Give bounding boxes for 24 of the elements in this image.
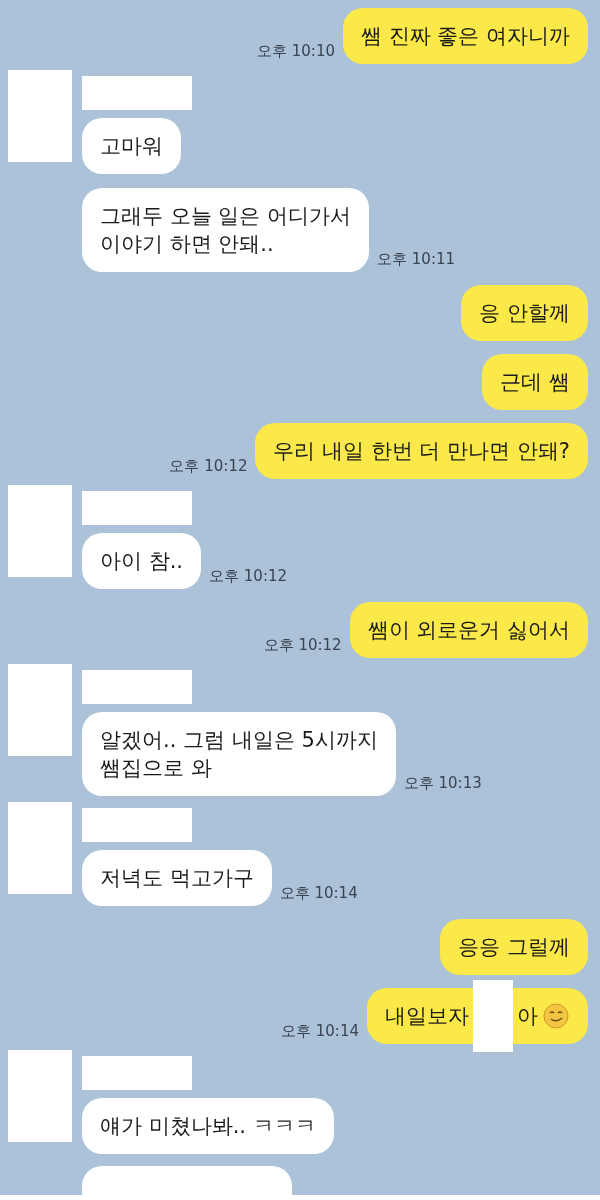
message-text: 내일보자	[385, 1003, 469, 1030]
sent-message-bubble: 응 안할께	[461, 285, 588, 341]
message-time: 오후 10:14	[279, 882, 358, 904]
message-time: 오후 10:12	[263, 634, 342, 656]
sent-message-bubble: 근데 쌤	[482, 354, 588, 410]
smiley-icon	[542, 1002, 570, 1030]
received-message-bubble: 알겠어.. 그럼 내일은 5시까지 쌤집으로 와	[82, 712, 396, 796]
message-text: 아	[517, 1003, 538, 1030]
received-message-bubble: 아이 참..	[82, 533, 202, 589]
message-time: 오후 10:14	[281, 1020, 359, 1042]
message-time: 오후 10:10	[256, 40, 335, 62]
received-message-bubble: 저녁도 먹고가구	[82, 850, 272, 906]
message-time: 오후 10:11	[377, 248, 456, 270]
sent-message-bubble: 쌤이 외로운거 싫어서	[349, 602, 588, 658]
sent-message-bubble: 응응 그럴께	[440, 919, 588, 975]
sent-message-bubble: 우리 내일 한번 더 만나면 안돼?	[255, 423, 588, 479]
received-message-bubble: 고마워	[82, 118, 181, 174]
redaction-block	[473, 980, 513, 1052]
received-message-bubble: 얘가 미쳤나봐.. ㅋㅋㅋ	[82, 1098, 334, 1154]
message-time: 오후 10:12	[169, 455, 248, 477]
message-time: 오후 10:13	[403, 772, 482, 794]
message-time: 오후 10:12	[209, 565, 288, 587]
received-message-bubble: 그래두 오늘 일은 어디가서 이야기 하면 안돼..	[82, 188, 370, 272]
sent-message-bubble: 쌤 진짜 좋은 여자니까	[342, 8, 588, 64]
